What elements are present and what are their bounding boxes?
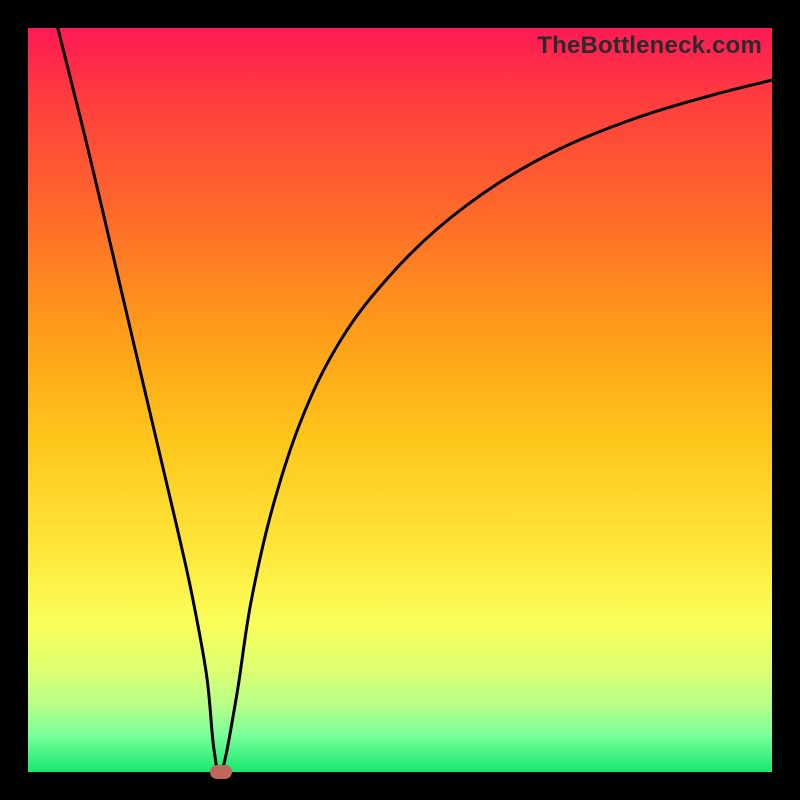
chart-frame: TheBottleneck.com	[0, 0, 800, 800]
optimal-point-marker	[210, 765, 232, 779]
plot-area: TheBottleneck.com	[28, 28, 772, 772]
curve-svg	[28, 28, 772, 772]
bottleneck-curve	[58, 28, 772, 775]
